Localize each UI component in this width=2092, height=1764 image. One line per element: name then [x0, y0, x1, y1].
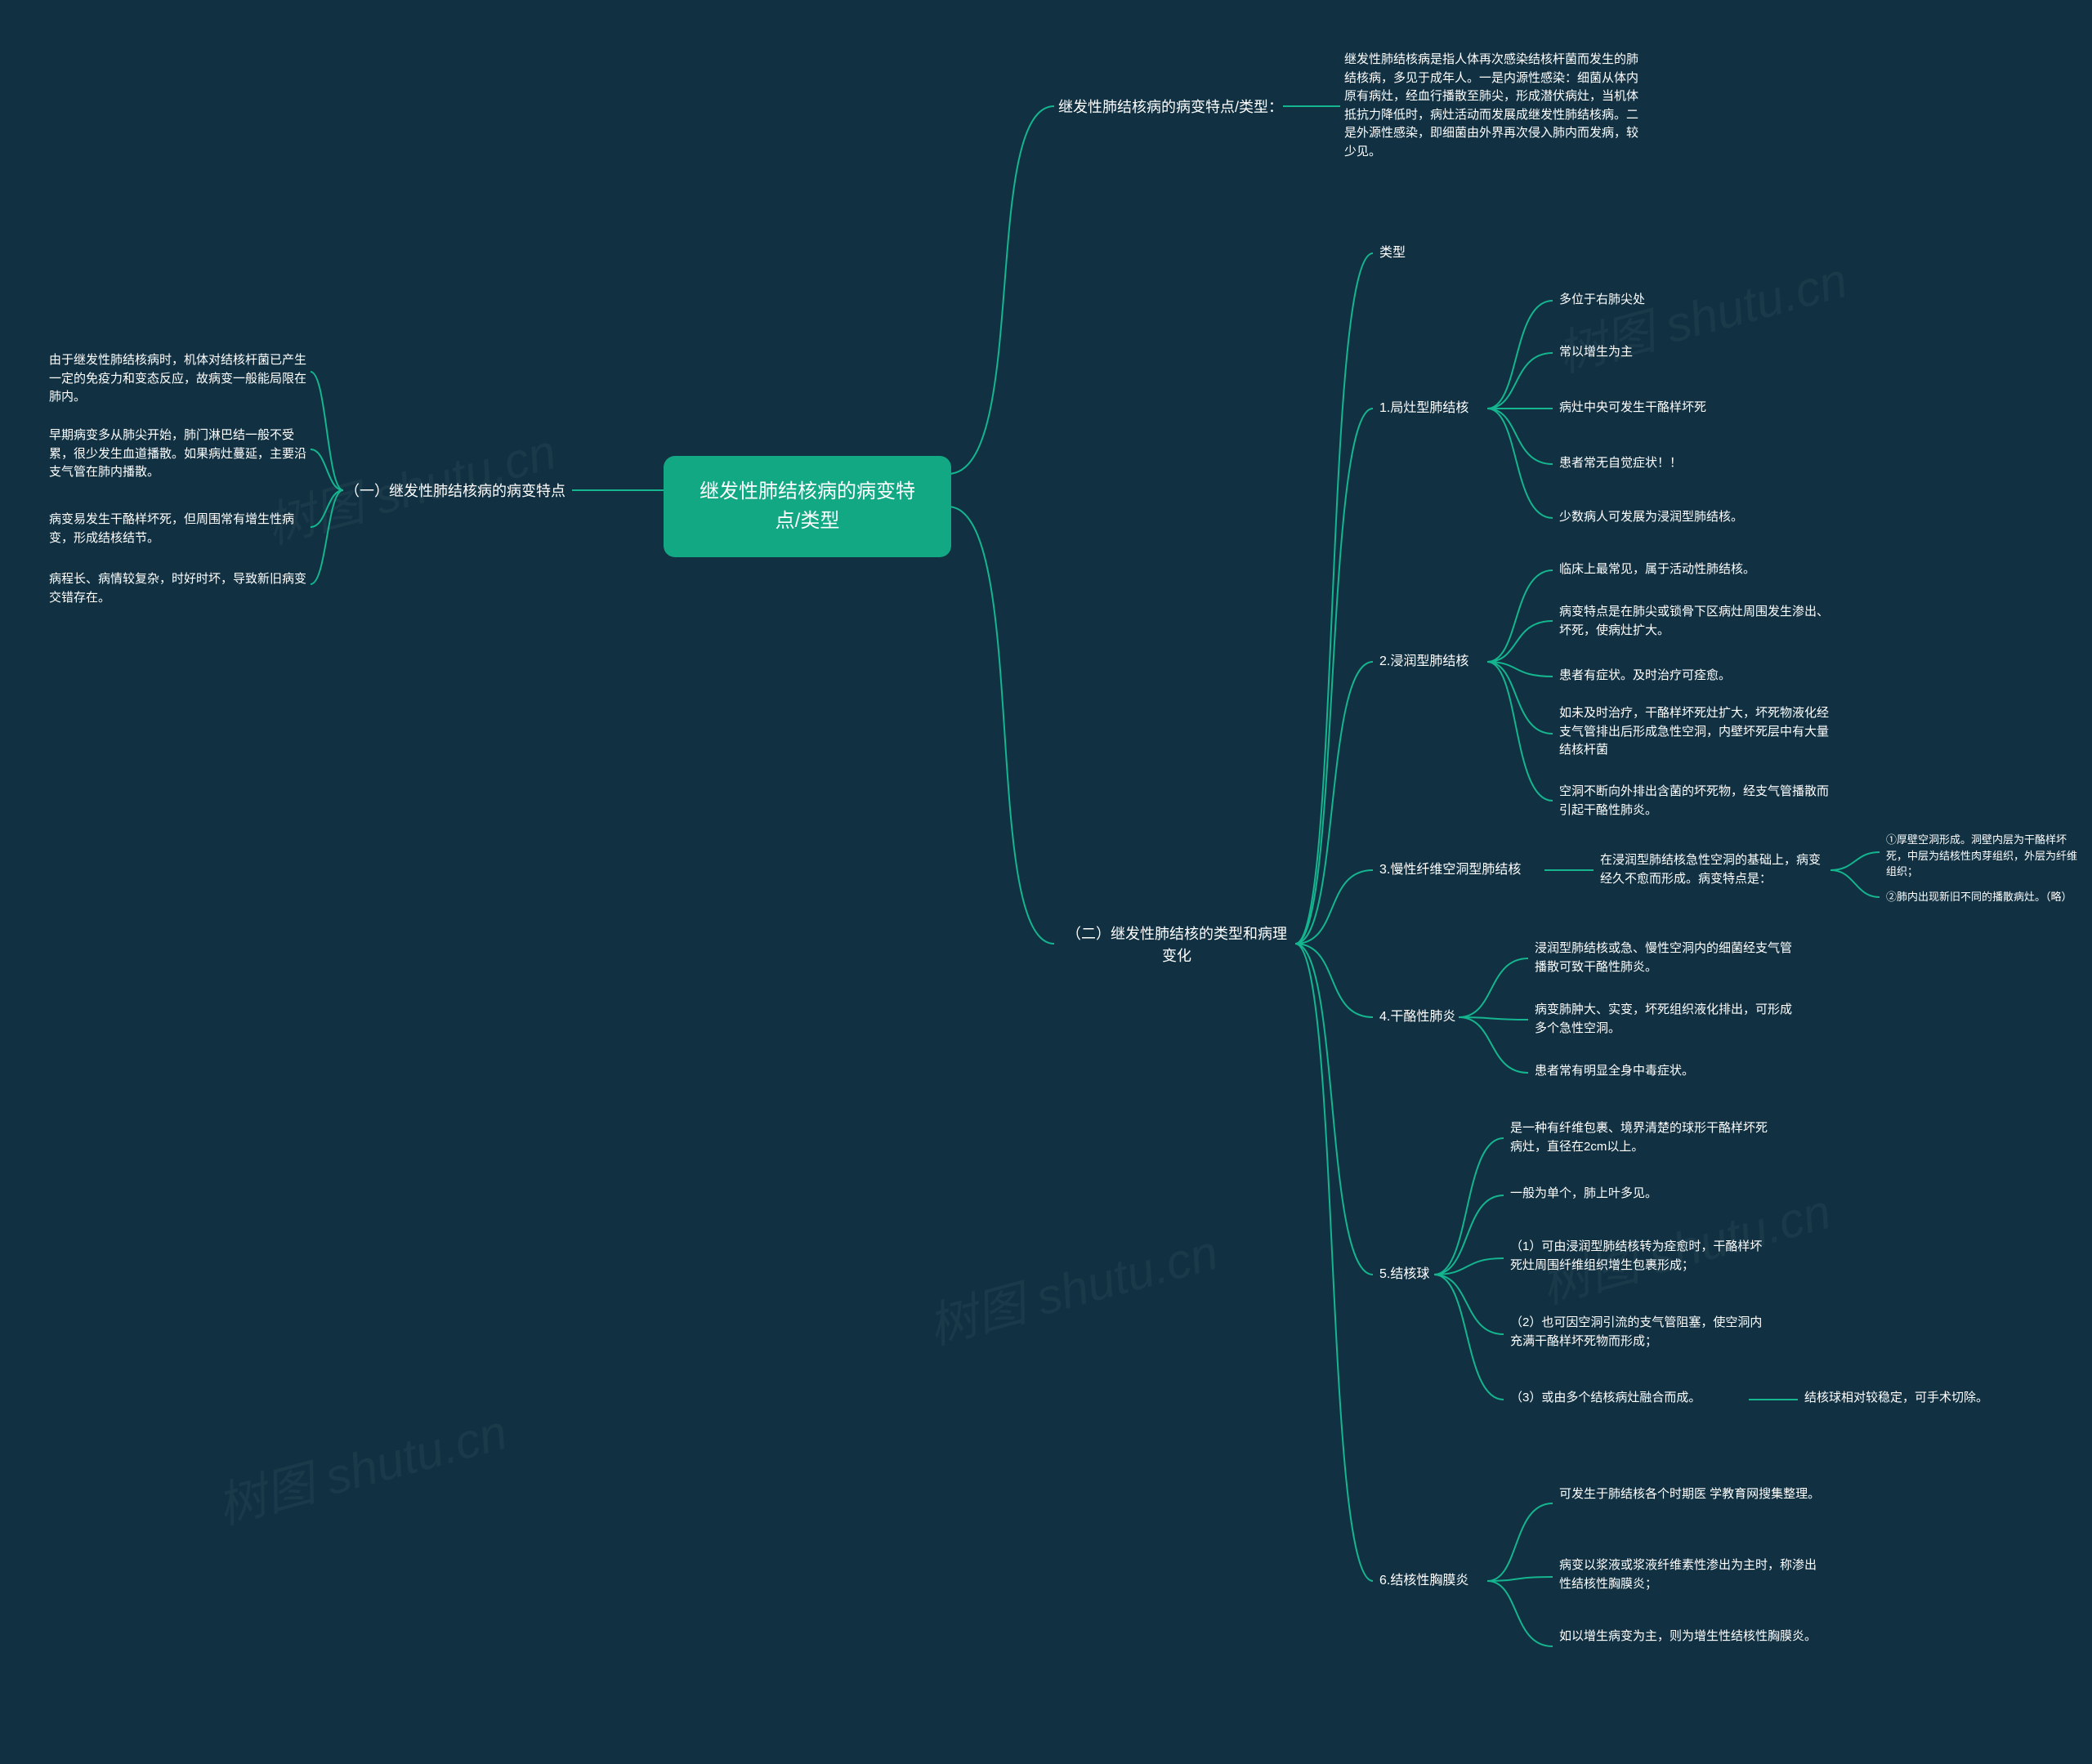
c2c: 患者有症状。及时治疗可痊愈。 [1559, 667, 1829, 686]
c4a: 浸润型肺结核或急、慢性空洞内的细菌经支气管播散可致干酪性肺炎。 [1535, 940, 1796, 976]
c4b: 病变肺肿大、实变，坏死组织液化排出，可形成多个急性空洞。 [1535, 1001, 1796, 1038]
c6b: 病变以浆液或浆液纤维素性渗出为主时，称渗出性结核性胸膜炎； [1559, 1556, 1821, 1593]
c5d: （2）也可因空洞引流的支气管阻塞，使空洞内充满干酪样坏死物而形成； [1510, 1314, 1772, 1351]
c2d: 如未及时治疗，干酪样坏死灶扩大，坏死物液化经支气管排出后形成急性空洞，内壁坏死层… [1559, 704, 1829, 760]
c1e: 少数病人可发展为浸润型肺结核。 [1559, 508, 1772, 527]
branch-c-label[interactable]: （二）继发性肺结核的类型和病理 变化 [1058, 923, 1295, 967]
c0: 类型 [1379, 243, 1406, 263]
branch-a-desc: 继发性肺结核病是指人体再次感染结核杆菌而发生的肺结核病，多见于成年人。一是内源性… [1344, 51, 1647, 161]
c5e: （3）或由多个结核病灶融合而成。 [1510, 1389, 1747, 1408]
branch-b-label[interactable]: （一）继发性肺结核病的病变特点 [345, 480, 565, 502]
c5b: 一般为单个，肺上叶多见。 [1510, 1185, 1772, 1204]
c2e: 空洞不断向外排出含菌的坏死物，经支气管播散而引起干酪性肺炎。 [1559, 783, 1829, 819]
b4: 病程长、病情较复杂，时好时坏，导致新旧病变交错存在。 [49, 570, 311, 607]
branch-a-label[interactable]: 继发性肺结核病的病变特点/类型： [1058, 96, 1283, 118]
c5a: 是一种有纤维包裹、境界清楚的球形干酪样坏死病灶，直径在2cm以上。 [1510, 1119, 1772, 1156]
c1c: 病灶中央可发生干酪样坏死 [1559, 399, 1772, 418]
root-line2: 点/类型 [776, 510, 840, 532]
c5e1: 结核球相对较稳定，可手术切除。 [1804, 1389, 2017, 1408]
c4c: 患者常有明显全身中毒症状。 [1535, 1062, 1796, 1081]
branch-c-line2: 变化 [1162, 948, 1191, 964]
c5[interactable]: 5.结核球 [1379, 1265, 1429, 1284]
b3: 病变易发生干酪样坏死，但周围常有增生性病变，形成结核结节。 [49, 511, 311, 547]
c1[interactable]: 1.局灶型肺结核 [1379, 399, 1468, 418]
c2[interactable]: 2.浸润型肺结核 [1379, 652, 1468, 672]
c3a1: ①厚壁空洞形成。洞壁内层为干酪样坏死，中层为结核性肉芽组织，外层为纤维组织； [1886, 832, 2082, 880]
c3a: 在浸润型肺结核急性空洞的基础上，病变经久不愈而形成。病变特点是： [1600, 851, 1829, 888]
c6c: 如以增生病变为主，则为增生性结核性胸膜炎。 [1559, 1628, 1821, 1646]
c4[interactable]: 4.干酪性肺炎 [1379, 1007, 1455, 1027]
c2b: 病变特点是在肺尖或锁骨下区病灶周围发生渗出、坏死，使病灶扩大。 [1559, 603, 1829, 640]
c6[interactable]: 6.结核性胸膜炎 [1379, 1571, 1468, 1591]
root-line1: 继发性肺结核病的病变特 [700, 480, 915, 502]
c3a2: ②肺内出现新旧不同的播散病灶。（略） [1886, 889, 2082, 905]
root-node[interactable]: 继发性肺结核病的病变特 点/类型 [664, 456, 951, 557]
c6a: 可发生于肺结核各个时期医 学教育网搜集整理。 [1559, 1485, 1821, 1504]
c2a: 临床上最常见，属于活动性肺结核。 [1559, 560, 1829, 579]
c1a: 多位于右肺尖处 [1559, 291, 1772, 310]
c3[interactable]: 3.慢性纤维空洞型肺结核 [1379, 860, 1521, 880]
c5c: （1）可由浸润型肺结核转为痊愈时，干酪样坏死灶周围纤维组织增生包裹形成； [1510, 1238, 1772, 1275]
c1d: 患者常无自觉症状！！ [1559, 454, 1772, 473]
branch-c-line1: （二）继发性肺结核的类型和病理 [1066, 926, 1287, 942]
b1: 由于继发性肺结核病时，机体对结核杆菌已产生一定的免疫力和变态反应，故病变一般能局… [49, 351, 311, 407]
b2: 早期病变多从肺尖开始，肺门淋巴结一般不受累，很少发生血道播散。如果病灶蔓延，主要… [49, 426, 311, 482]
c1b: 常以增生为主 [1559, 343, 1772, 362]
